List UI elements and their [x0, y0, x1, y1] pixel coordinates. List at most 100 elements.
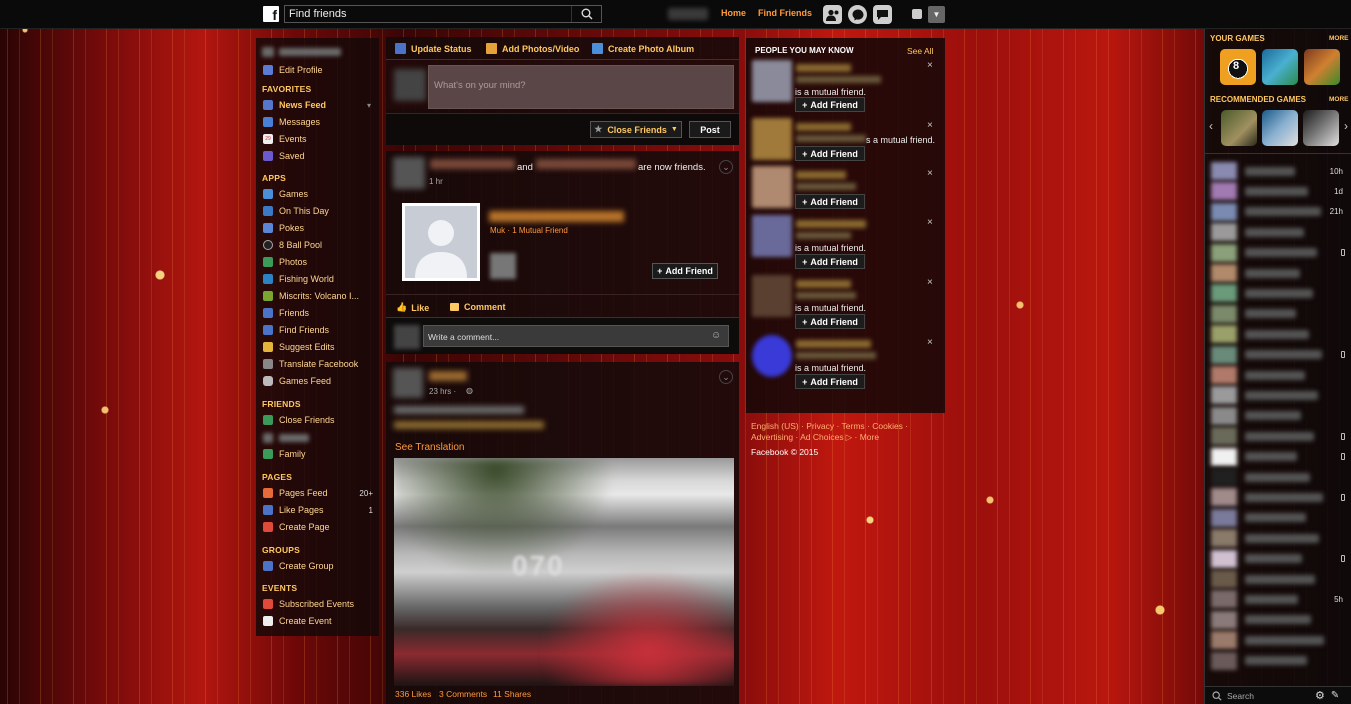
friend-name-b[interactable]: [536, 159, 636, 169]
sidebar-item-saved[interactable]: Saved: [263, 150, 375, 162]
sidebar-item-friends[interactable]: Friends: [263, 307, 375, 319]
chevron-right-icon[interactable]: ›: [1344, 119, 1348, 133]
recommended-more-link[interactable]: MORE: [1329, 96, 1349, 103]
avatar[interactable]: [393, 368, 423, 398]
sidebar-item-find-friends[interactable]: Find Friends: [263, 324, 375, 336]
close-icon[interactable]: ×: [927, 60, 933, 71]
chat-contact-row[interactable]: [1211, 325, 1349, 344]
chat-contact-row[interactable]: [1211, 631, 1349, 650]
sidebar-item-pokes[interactable]: Pokes: [263, 222, 375, 234]
avatar[interactable]: [752, 215, 792, 257]
home-link[interactable]: Home: [721, 8, 746, 18]
sidebar-item-on-this-day[interactable]: On This Day: [263, 205, 375, 217]
chat-contact-row[interactable]: [1211, 610, 1349, 629]
see-translation-link[interactable]: See Translation: [395, 442, 465, 453]
close-icon[interactable]: ×: [927, 120, 933, 131]
chat-contact-row[interactable]: [1211, 651, 1349, 670]
compose-icon[interactable]: ✎: [1331, 690, 1339, 701]
avatar[interactable]: [752, 166, 792, 208]
search-button[interactable]: [571, 6, 601, 22]
chat-contact-row[interactable]: [1211, 406, 1349, 425]
add-friend-button[interactable]: + Add Friend: [795, 314, 865, 329]
post-button[interactable]: Post: [689, 121, 731, 138]
notifications-icon[interactable]: [873, 5, 892, 24]
story-options-chevron-down-icon[interactable]: ⌄: [719, 160, 733, 174]
sidebar-item-events[interactable]: 29 Events: [263, 133, 375, 145]
add-friend-button[interactable]: + Add Friend: [795, 97, 865, 112]
footer-more-link[interactable]: · More: [855, 432, 880, 442]
audience-selector[interactable]: ★ Close Friends ▼: [590, 121, 682, 138]
friend-requests-icon[interactable]: [823, 5, 842, 24]
suggested-name[interactable]: [796, 64, 851, 72]
chat-contact-row[interactable]: [1211, 366, 1349, 384]
sidebar-item-create-event[interactable]: Create Event: [263, 615, 375, 627]
create-album-tab[interactable]: Create Photo Album: [592, 43, 694, 54]
game-miscrits[interactable]: [1304, 49, 1340, 85]
chat-contact-row[interactable]: 21h: [1211, 202, 1349, 221]
chat-contact-row[interactable]: [1211, 386, 1349, 405]
avatar[interactable]: [752, 335, 792, 377]
sidebar-item-games-feed[interactable]: Games Feed: [263, 375, 375, 387]
friend-name-link[interactable]: [489, 211, 624, 222]
comments-count[interactable]: 3 Comments: [439, 689, 487, 699]
chat-contact-row[interactable]: [1211, 468, 1349, 486]
emoji-icon[interactable]: ☺: [711, 330, 721, 341]
close-icon[interactable]: ×: [927, 337, 933, 348]
chat-search-input[interactable]: Search: [1227, 691, 1315, 701]
chat-contact-row[interactable]: 1d: [1211, 182, 1349, 201]
sidebar-item-family[interactable]: Family: [263, 448, 375, 460]
likes-count[interactable]: 336 Likes: [395, 689, 431, 699]
sidebar-item-fishing-world[interactable]: Fishing World: [263, 273, 375, 285]
sidebar-item-edit-profile[interactable]: Edit Profile: [263, 64, 375, 76]
chat-contact-row[interactable]: [1211, 427, 1349, 446]
comment-button[interactable]: Comment: [450, 302, 506, 312]
post-photo-car[interactable]: 070: [394, 458, 734, 686]
sidebar-item-close-friends[interactable]: Close Friends: [263, 414, 375, 426]
chat-contact-row[interactable]: [1211, 508, 1349, 527]
mutual-friend-avatar[interactable]: [490, 253, 516, 279]
chat-contact-row[interactable]: [1211, 264, 1349, 282]
suggested-name[interactable]: [796, 340, 871, 348]
add-friend-button[interactable]: + Add Friend: [652, 263, 718, 279]
update-status-tab[interactable]: Update Status: [395, 43, 472, 54]
sidebar-item-miscrits[interactable]: Miscrits: Volcano I...: [263, 290, 375, 302]
add-photos-tab[interactable]: Add Photos/Video: [486, 43, 579, 54]
sidebar-item-news-feed[interactable]: News Feed ▾: [263, 99, 375, 111]
sidebar-item-translate[interactable]: Translate Facebook: [263, 358, 375, 370]
profile-name-link[interactable]: [668, 8, 708, 20]
chat-contact-row[interactable]: [1211, 284, 1349, 303]
add-friend-button[interactable]: + Add Friend: [795, 194, 865, 209]
comment-input[interactable]: Write a comment...: [423, 325, 729, 347]
chat-contact-row[interactable]: 10h: [1211, 162, 1349, 180]
avatar[interactable]: [752, 275, 792, 317]
footer-line-1[interactable]: English (US) · Privacy · Terms · Cookies…: [751, 421, 941, 432]
chat-contact-row[interactable]: [1211, 570, 1349, 588]
chat-contact-row[interactable]: [1211, 304, 1349, 323]
messenger-icon[interactable]: [848, 5, 867, 24]
chat-contact-row[interactable]: [1211, 488, 1349, 507]
news-feed-options-chevron-icon[interactable]: ▾: [367, 101, 371, 110]
status-textarea[interactable]: What's on your mind?: [428, 65, 734, 109]
friend-name-a[interactable]: [430, 159, 515, 169]
facebook-logo-icon[interactable]: f: [263, 6, 279, 23]
game-8-ball-pool[interactable]: 8: [1220, 49, 1256, 85]
chat-contact-row[interactable]: [1211, 243, 1349, 262]
sidebar-item-photos[interactable]: Photos: [263, 256, 375, 268]
chat-contact-row[interactable]: [1211, 529, 1349, 548]
chevron-left-icon[interactable]: ‹: [1209, 119, 1213, 133]
sidebar-item-games[interactable]: Games: [263, 188, 375, 200]
privacy-lock-icon[interactable]: [912, 9, 922, 19]
recommended-game-2[interactable]: [1262, 110, 1298, 146]
sidebar-item-messages[interactable]: Messages: [263, 116, 375, 128]
chat-contact-row[interactable]: [1211, 447, 1349, 466]
timestamp[interactable]: 23 hrs ·: [429, 387, 456, 396]
see-all-link[interactable]: See All: [907, 46, 933, 56]
add-friend-button[interactable]: + Add Friend: [795, 254, 865, 269]
search-input[interactable]: [285, 8, 571, 20]
suggested-name[interactable]: [796, 220, 866, 228]
sidebar-item-pages-feed[interactable]: Pages Feed 20+: [263, 487, 375, 499]
search-bar[interactable]: [284, 5, 602, 23]
close-icon[interactable]: ×: [927, 168, 933, 179]
recommended-game-1[interactable]: [1221, 110, 1257, 146]
shares-count[interactable]: 11 Shares: [493, 689, 531, 699]
